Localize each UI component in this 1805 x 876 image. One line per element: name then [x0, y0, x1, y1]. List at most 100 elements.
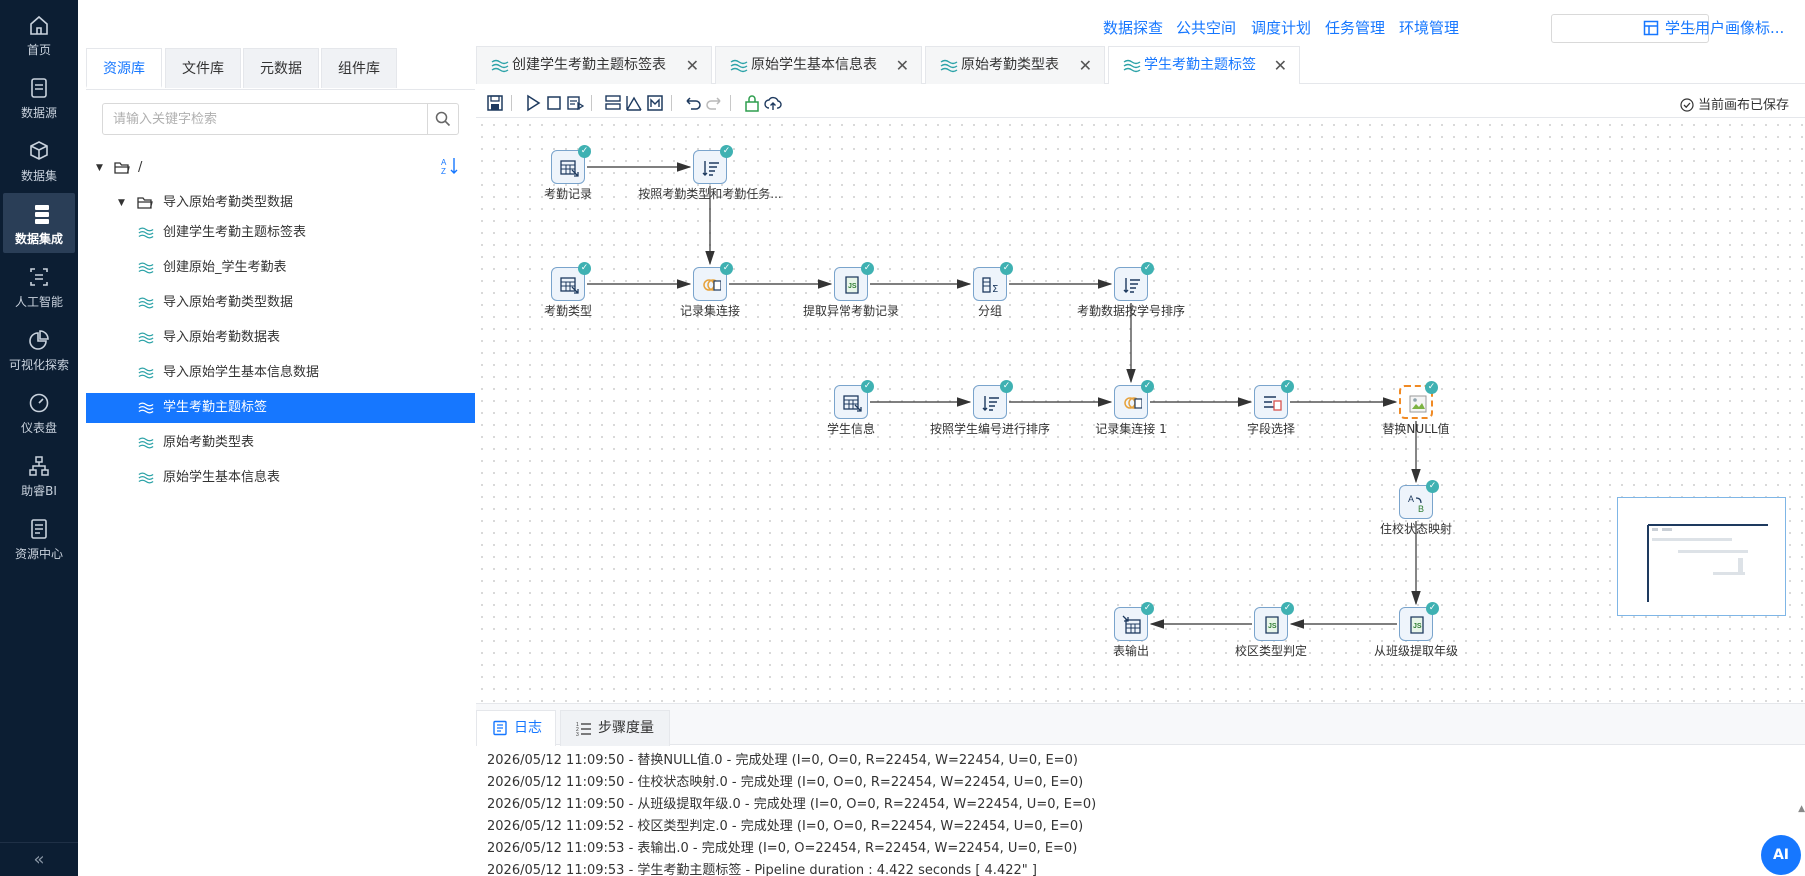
- pipeline-node[interactable]: JS ✓: [1399, 602, 1439, 641]
- nav-item-dataset[interactable]: 数据集: [0, 130, 78, 190]
- close-icon[interactable]: ✕: [1079, 47, 1092, 84]
- tree-item[interactable]: 原始学生基本信息表: [86, 463, 475, 493]
- save-icon[interactable]: [486, 94, 504, 112]
- toolbar-divider: [730, 95, 731, 111]
- log-line: 2026/05/12 11:09:53 - 表输出.0 - 完成处理 (I=0,…: [487, 841, 1078, 856]
- pipeline-node[interactable]: ✓: [834, 380, 874, 419]
- scroll-up-arrow-icon[interactable]: ▲: [1798, 804, 1805, 814]
- undo-icon[interactable]: [684, 94, 702, 112]
- ai-scan-icon: [30, 268, 48, 286]
- tree-folder[interactable]: ▼ 导入原始考勤类型数据: [86, 188, 475, 218]
- tree-folder-label: 导入原始考勤类型数据: [163, 195, 294, 210]
- pipeline-node[interactable]: ✓: [1254, 380, 1294, 419]
- sort-az-icon[interactable]: AZ: [440, 156, 460, 176]
- editor-tab-1[interactable]: 创建学生考勤主题标签表 ✕: [476, 46, 712, 84]
- nav-item-home[interactable]: 首页: [0, 4, 78, 64]
- redo-icon[interactable]: [705, 94, 723, 112]
- top-link-env-manage[interactable]: 环境管理: [1399, 17, 1459, 38]
- nav-item-dashboard[interactable]: 仪表盘: [0, 382, 78, 442]
- pipeline-node[interactable]: ✓: [551, 145, 591, 184]
- tree-item[interactable]: 导入原始考勤数据表: [86, 323, 475, 353]
- search-button[interactable]: [427, 103, 459, 135]
- tree-item[interactable]: 创建学生考勤主题标签表: [86, 218, 475, 248]
- pipeline-node[interactable]: ✓: [1114, 262, 1154, 301]
- pipeline-node[interactable]: ✓: [551, 262, 591, 301]
- tree-item[interactable]: 学生考勤主题标签: [86, 393, 475, 423]
- tree-root[interactable]: ▼ /: [86, 153, 475, 183]
- upload-cloud-icon[interactable]: [764, 94, 782, 112]
- pipeline-node-label: 考勤数据按学号排序: [1076, 304, 1186, 318]
- value-mapper-icon: AB: [1408, 494, 1424, 513]
- canvas-minimap[interactable]: [1617, 497, 1786, 616]
- tree-item-label: 导入原始考勤类型数据: [163, 295, 294, 310]
- tree-item[interactable]: 创建原始_学生考勤表: [86, 253, 475, 283]
- table-output-icon: [1122, 615, 1141, 634]
- run-icon[interactable]: [524, 94, 542, 112]
- ai-assistant-button[interactable]: AI: [1761, 835, 1801, 875]
- nav-item-bi[interactable]: 助睿BI: [0, 445, 78, 505]
- search-input[interactable]: [102, 103, 428, 135]
- pipeline-canvas[interactable]: ✓ 考勤记录 ✓ 按照考勤类型和考勤任务... ✓ 考勤类型 ✓ 记录集连接 JS ✓ 提取异常考勤…: [476, 119, 1805, 703]
- check-badge-icon: ✓: [720, 145, 733, 158]
- js-script-icon: JS: [1410, 616, 1424, 634]
- top-link-public-space[interactable]: 公共空间: [1176, 17, 1236, 38]
- tab-step-metrics[interactable]: 123 步骤度量: [560, 710, 670, 746]
- sort-icon: [702, 161, 719, 176]
- tree-item-label: 学生考勤主题标签: [163, 400, 268, 415]
- align-icon[interactable]: [604, 94, 622, 112]
- tree-item-label: 导入原始学生基本信息数据: [163, 365, 320, 380]
- tree-root-label: /: [138, 160, 143, 175]
- log-file-icon: [493, 720, 507, 736]
- pipeline-node[interactable]: JS ✓: [834, 262, 874, 301]
- nav-item-data-integration[interactable]: 数据集成: [3, 193, 75, 253]
- tab-metadata[interactable]: 元数据: [243, 48, 319, 88]
- editor-tab-3[interactable]: 原始考勤类型表 ✕: [925, 46, 1105, 84]
- nav-collapse-button[interactable]: «: [0, 842, 78, 876]
- preview-icon[interactable]: [566, 94, 584, 112]
- pipeline-node[interactable]: Σ ✓: [973, 262, 1013, 301]
- pipeline-node-label: 考勤类型: [543, 304, 593, 318]
- tab-file-library[interactable]: 文件库: [165, 48, 241, 88]
- top-link-schedule[interactable]: 调度计划: [1251, 17, 1311, 38]
- tree-item[interactable]: 原始考勤类型表: [86, 428, 475, 458]
- pipeline-node[interactable]: ✓: [693, 145, 733, 184]
- top-link-task-manage[interactable]: 任务管理: [1325, 17, 1385, 38]
- nav-item-visual-explore[interactable]: 可视化探索: [0, 319, 78, 379]
- nav-item-datasource[interactable]: 数据源: [0, 67, 78, 127]
- editor-tab-label: 学生考勤主题标签: [1144, 57, 1256, 73]
- tree-item[interactable]: 导入原始考勤类型数据: [86, 288, 475, 318]
- pipeline-node[interactable]: ✓: [1114, 602, 1154, 641]
- tab-log[interactable]: 日志: [476, 710, 556, 746]
- close-icon[interactable]: ✕: [686, 47, 699, 84]
- tab-component-library[interactable]: 组件库: [321, 48, 397, 88]
- pipeline-icon: [730, 59, 748, 73]
- top-link-data-explore[interactable]: 数据探查: [1103, 17, 1163, 38]
- close-icon[interactable]: ✕: [896, 47, 909, 84]
- pipeline-node[interactable]: A B ✓: [1399, 480, 1439, 519]
- pipeline-node[interactable]: ✓: [973, 380, 1013, 419]
- table-input-icon: [843, 395, 862, 412]
- close-icon[interactable]: ✕: [1274, 47, 1287, 84]
- pipeline-node[interactable]: ✓: [1399, 381, 1438, 419]
- analyze-icon[interactable]: [625, 94, 643, 112]
- check-badge-icon: ✓: [1426, 602, 1439, 615]
- nav-label: 仪表盘: [20, 421, 57, 435]
- canvas-toolbar: 当前画布已保存: [476, 86, 1805, 118]
- pipeline-node[interactable]: ✓: [693, 262, 733, 301]
- folder-open-icon: [137, 197, 153, 209]
- project-title[interactable]: 学生用户画像标...: [1665, 17, 1784, 38]
- app-root: 首页 数据源 数据集 数据集成 人工智能 可视化探索 仪表盘 助睿BI 资源中心…: [0, 0, 1805, 876]
- nav-item-resource-center[interactable]: 资源中心: [0, 508, 78, 568]
- tab-step-metrics-label: 步骤度量: [598, 720, 654, 736]
- pipeline-node[interactable]: ✓: [1114, 380, 1154, 419]
- stop-icon[interactable]: [545, 94, 563, 112]
- tab-resource-library[interactable]: 资源库: [86, 48, 162, 88]
- lock-icon[interactable]: [743, 94, 761, 112]
- metrics-icon[interactable]: [646, 94, 664, 112]
- nav-item-ai[interactable]: 人工智能: [0, 256, 78, 316]
- check-badge-icon: ✓: [861, 262, 874, 275]
- tree-item[interactable]: 导入原始学生基本信息数据: [86, 358, 475, 388]
- pipeline-node[interactable]: JS ✓: [1254, 602, 1294, 641]
- editor-tab-2[interactable]: 原始学生基本信息表 ✕: [715, 46, 922, 84]
- editor-tab-4[interactable]: 学生考勤主题标签 ✕: [1108, 46, 1300, 84]
